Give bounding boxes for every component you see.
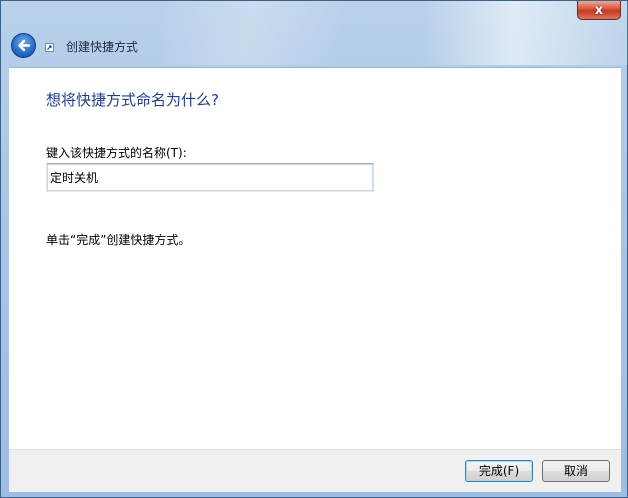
- back-button[interactable]: [11, 33, 36, 58]
- close-icon: x: [594, 2, 604, 18]
- dialog-window: x 创建快捷方式 想将快捷方式命名为什么? 键入该快捷方式的名称(T): 单击“…: [0, 0, 628, 498]
- name-field-label: 键入该快捷方式的名称(T):: [46, 146, 187, 160]
- page-heading: 想将快捷方式命名为什么?: [46, 91, 219, 109]
- titlebar-glass-decoration: [161, 1, 461, 65]
- window-title: 创建快捷方式: [66, 40, 139, 54]
- finish-hint-text: 单击“完成”创建快捷方式。: [46, 233, 191, 247]
- shortcut-icon: [45, 43, 54, 52]
- shortcut-name-input[interactable]: [46, 163, 374, 192]
- cancel-button[interactable]: 取消: [542, 460, 610, 482]
- close-button[interactable]: x: [577, 1, 621, 20]
- back-arrow-icon: [18, 39, 31, 52]
- wizard-content: 想将快捷方式命名为什么? 键入该快捷方式的名称(T): 单击“完成”创建快捷方式…: [9, 67, 621, 450]
- finish-button[interactable]: 完成(F): [465, 460, 533, 482]
- button-bar: 完成(F) 取消: [9, 449, 621, 492]
